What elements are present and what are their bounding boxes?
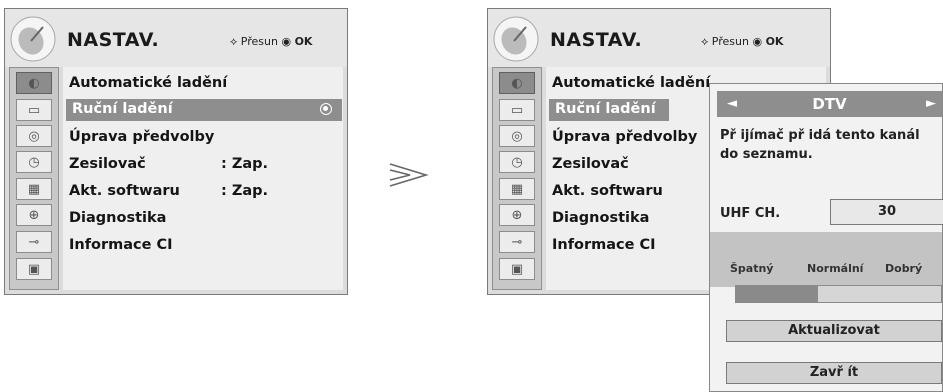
info-message: Př ijímač př idá tento kanál do seznamu. [720, 128, 920, 162]
update-button[interactable]: Aktualizovat [726, 320, 942, 342]
dtv-manual-tuning-panel: ◄ DTV ► Př ijímač př idá tento kanál do … [709, 83, 943, 392]
signal-area [710, 232, 942, 287]
close-button[interactable]: Zavř ít [726, 362, 942, 384]
menu-title: NASTAV. [550, 29, 643, 51]
channel-input[interactable]: 30 [830, 199, 943, 225]
quality-good-label: Dobrý [885, 262, 923, 275]
menu-item-booster[interactable]: Zesilovač : Zap. [69, 156, 319, 172]
calendar-icon[interactable]: ▦ [499, 178, 535, 200]
menu-item-ci-info[interactable]: Informace CI [69, 237, 173, 253]
menu-item-label: Ruční ladění [555, 101, 656, 117]
menu-item-diagnostics[interactable]: Diagnostika [552, 210, 649, 226]
photo-icon[interactable]: ▣ [16, 258, 52, 280]
disc-icon[interactable]: ◎ [16, 125, 52, 147]
dtv-selector-bar[interactable]: ◄ DTV ► [717, 91, 942, 117]
menu-item-software-update[interactable]: Akt. softwaru [552, 183, 663, 199]
signal-strength-fill [736, 286, 818, 302]
menu-item-diagnostics[interactable]: Diagnostika [69, 210, 166, 226]
category-icon-column: ◐ ▭ ◎ ◷ ▦ ⊕ ⊸ ▣ [9, 67, 59, 290]
transition-arrow-icon [389, 163, 429, 187]
menu-item-label: Zesilovač [69, 156, 146, 172]
hint-ok-label: OK [294, 35, 313, 48]
menu-item-list: Automatické ladění Ruční ladění Úprava p… [63, 67, 343, 290]
clock-icon[interactable]: ◷ [499, 151, 535, 173]
quality-normal-label: Normální [807, 262, 864, 275]
hint-move-label: Přesun [711, 35, 749, 48]
satellite-icon[interactable]: ◐ [16, 72, 52, 94]
satellite-dish-icon [10, 16, 56, 62]
photo-icon[interactable]: ▣ [499, 258, 535, 280]
ok-circle-icon: ◉ [752, 35, 763, 48]
usb-icon[interactable]: ⊸ [499, 231, 535, 253]
nav-hint: ⟡ Přesun ◉ OK [701, 35, 783, 49]
menu-item-ci-info[interactable]: Informace CI [552, 237, 656, 253]
satellite-icon[interactable]: ◐ [499, 72, 535, 94]
nav-hint: ⟡ Přesun ◉ OK [230, 35, 312, 49]
setup-menu-left: NASTAV. ⟡ Přesun ◉ OK ◐ ▭ ◎ ◷ ▦ ⊕ ⊸ ▣ Au… [4, 8, 348, 295]
menu-title: NASTAV. [67, 29, 160, 51]
lock-icon[interactable]: ⊕ [499, 204, 535, 226]
menu-item-program-edit[interactable]: Úprava předvolby [69, 129, 214, 145]
menu-item-manual-tuning[interactable]: Ruční ladění [549, 99, 669, 121]
menu-item-label: Ruční ladění [72, 101, 173, 117]
move-arrows-icon: ⟡ [230, 35, 238, 48]
lock-icon[interactable]: ⊕ [16, 204, 52, 226]
menu-item-value: : Zap. [221, 183, 269, 199]
tv-screen-icon[interactable]: ▭ [16, 99, 52, 121]
disc-icon[interactable]: ◎ [499, 125, 535, 147]
menu-item-manual-tuning[interactable]: Ruční ladění [66, 99, 342, 121]
menu-header: NASTAV. ⟡ Přesun ◉ OK [5, 9, 347, 67]
arrow-right-icon[interactable]: ► [926, 96, 936, 111]
tv-screen-icon[interactable]: ▭ [499, 99, 535, 121]
channel-label: UHF CH. [720, 206, 781, 221]
menu-item-booster[interactable]: Zesilovač [552, 156, 629, 172]
hint-move-label: Přesun [240, 35, 278, 48]
menu-item-software-update[interactable]: Akt. softwaru : Zap. [69, 183, 319, 199]
category-icon-column: ◐ ▭ ◎ ◷ ▦ ⊕ ⊸ ▣ [492, 67, 542, 290]
menu-item-program-edit[interactable]: Úprava předvolby [552, 129, 697, 145]
hint-ok-label: OK [765, 35, 784, 48]
quality-bad-label: Špatný [730, 262, 774, 275]
clock-icon[interactable]: ◷ [16, 151, 52, 173]
menu-header: NASTAV. ⟡ Přesun ◉ OK [488, 9, 830, 67]
ok-circle-icon: ◉ [281, 35, 292, 48]
ok-radio-icon [320, 103, 332, 115]
dtv-title: DTV [812, 95, 847, 113]
menu-item-auto-tuning[interactable]: Automatické ladění [69, 75, 227, 91]
signal-strength-bar [735, 285, 942, 303]
menu-item-label: Akt. softwaru [69, 183, 180, 199]
move-arrows-icon: ⟡ [701, 35, 709, 48]
usb-icon[interactable]: ⊸ [16, 231, 52, 253]
satellite-dish-icon [493, 16, 539, 62]
menu-item-auto-tuning[interactable]: Automatické ladění [552, 75, 710, 91]
calendar-icon[interactable]: ▦ [16, 178, 52, 200]
menu-item-value: : Zap. [221, 156, 269, 172]
